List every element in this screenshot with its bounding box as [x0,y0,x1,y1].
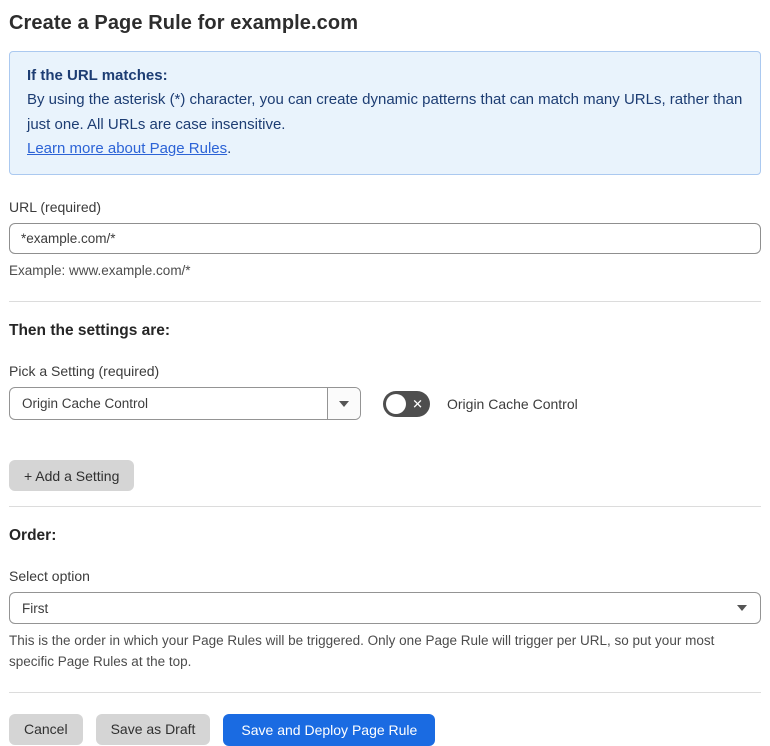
settings-section-heading: Then the settings are: [9,322,171,340]
order-select-value: First [22,600,49,616]
order-select[interactable]: First [9,592,761,625]
info-box-body: By using the asterisk (*) character, you… [27,91,743,133]
chevron-down-icon [339,400,349,407]
setting-row: Origin Cache Control ✕ Origin Cache Cont… [9,387,761,421]
order-select-arrow [724,593,760,623]
origin-cache-control-toggle[interactable]: ✕ [383,390,430,417]
url-input[interactable] [9,223,761,255]
info-box-heading: If the URL matches: [27,67,168,84]
url-example-helper: Example: www.example.com/* [9,263,191,279]
cancel-button[interactable]: Cancel [9,713,83,745]
footer-actions: Cancel Save as Draft Save and Deploy Pag… [9,713,761,746]
toggle-knob [386,393,406,414]
order-select-label: Select option [9,568,90,585]
toggle-off-x-icon: ✕ [412,396,423,412]
link-suffix: . [227,139,232,157]
url-match-info-box: If the URL matches: By using the asteris… [9,51,761,176]
toggle-label: Origin Cache Control [447,395,578,412]
setting-select[interactable]: Origin Cache Control [9,387,361,421]
learn-more-link[interactable]: Learn more about Page Rules [27,140,227,157]
url-field-label: URL (required) [9,199,102,216]
save-and-deploy-button[interactable]: Save and Deploy Page Rule [223,713,436,746]
info-box-link-line: Learn more about Page Rules. [27,137,743,161]
save-as-draft-button[interactable]: Save as Draft [95,713,211,745]
divider [9,691,761,693]
pick-setting-label: Pick a Setting (required) [9,363,160,380]
divider [9,506,761,508]
divider [9,301,761,303]
order-section-heading: Order: [9,527,57,545]
setting-select-value: Origin Cache Control [22,396,149,412]
page-title: Create a Page Rule for example.com [9,12,359,34]
order-helper-text: This is the order in which your Page Rul… [9,633,715,670]
add-setting-button[interactable]: + Add a Setting [9,460,135,492]
setting-select-arrow-button[interactable] [327,388,360,420]
chevron-down-icon [737,605,747,612]
